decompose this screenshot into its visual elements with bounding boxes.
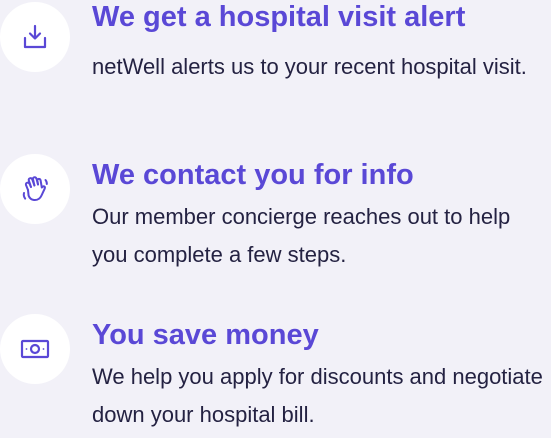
icon-circle <box>0 154 70 224</box>
waving-hand-icon <box>20 174 50 204</box>
icon-circle <box>0 314 70 384</box>
step-title: We contact you for info <box>92 159 414 191</box>
download-tray-icon <box>21 23 49 51</box>
step-title: You save money <box>92 319 319 351</box>
cash-icon <box>20 338 50 360</box>
steps-list: We get a hospital visit alert netWell al… <box>0 0 551 438</box>
step-title: We get a hospital visit alert <box>92 1 466 33</box>
step-description: We help you apply for discounts and nego… <box>92 364 543 427</box>
step-description: netWell alerts us to your recent hospita… <box>92 54 527 79</box>
icon-circle <box>0 2 70 72</box>
step-description: Our member concierge reaches out to help… <box>92 204 511 267</box>
